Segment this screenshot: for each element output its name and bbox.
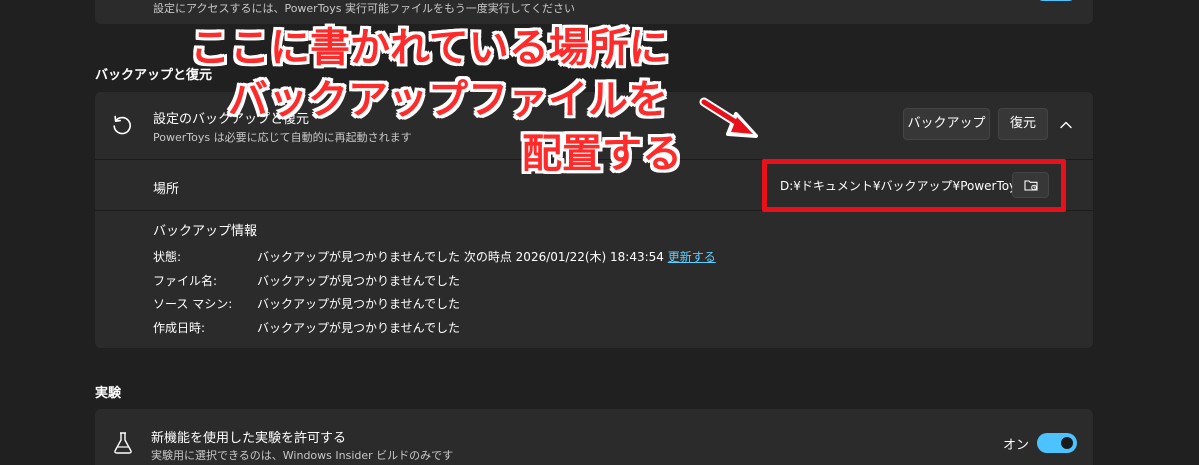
settings-page: 設定にアクセスするには、PowerToys 実行可能ファイルをもう一度実行してく… <box>0 0 1199 465</box>
backup-info-title: バックアップ情報 <box>153 224 258 239</box>
backup-button[interactable]: バックアップ <box>903 108 990 140</box>
top-setting-description: 設定にアクセスするには、PowerToys 実行可能ファイルをもう一度実行してく… <box>153 2 576 15</box>
experiment-toggle[interactable] <box>1037 433 1077 453</box>
annotation-line-1: ここに書かれている場所に <box>190 25 669 71</box>
chevron-up-icon[interactable] <box>1059 118 1073 132</box>
restore-icon <box>113 115 131 135</box>
info-value: バックアップが見つかりませんでした 次の時点 2026/01/22(木) 18:… <box>257 248 716 265</box>
annotation-line-2: バックアップファイルを <box>228 77 668 123</box>
info-key: 状態: <box>153 250 182 264</box>
info-value: バックアップが見つかりませんでした <box>257 297 461 311</box>
experiment-section-title: 実験 <box>95 386 122 401</box>
info-value: バックアップが見つかりませんでした <box>257 274 461 288</box>
info-key: ファイル名: <box>153 274 218 288</box>
annotation-arrow-icon <box>699 97 758 138</box>
annotation-highlight-box <box>762 159 1066 212</box>
info-key: 作成日時: <box>153 321 206 335</box>
toggle-state-label: オン <box>1003 438 1030 453</box>
annotation-line-3: 配置する <box>522 131 682 177</box>
top-toggle[interactable] <box>1037 0 1075 1</box>
restore-button[interactable]: 復元 <box>998 108 1048 140</box>
refresh-link[interactable]: 更新する <box>668 250 716 264</box>
flask-icon <box>114 432 132 454</box>
info-key: ソース マシン: <box>153 297 233 311</box>
experiment-card: 新機能を使用した実験を許可する 実験用に選択できるのは、Windows Insi… <box>95 409 1093 465</box>
info-value: バックアップが見つかりませんでした <box>257 321 461 335</box>
status-text: バックアップが見つかりませんでした 次の時点 2026/01/22(木) 18:… <box>257 250 664 264</box>
location-label: 場所 <box>153 182 180 197</box>
toggle-knob <box>1061 437 1073 449</box>
experiment-row-subtitle: 実験用に選択できるのは、Windows Insider ビルドのみです <box>151 449 454 462</box>
backup-row-subtitle: PowerToys は必要に応じて自動的に再起動されます <box>153 131 412 144</box>
experiment-row-title: 新機能を使用した実験を許可する <box>151 431 347 446</box>
top-setting-card: 設定にアクセスするには、PowerToys 実行可能ファイルをもう一度実行してく… <box>95 0 1093 24</box>
